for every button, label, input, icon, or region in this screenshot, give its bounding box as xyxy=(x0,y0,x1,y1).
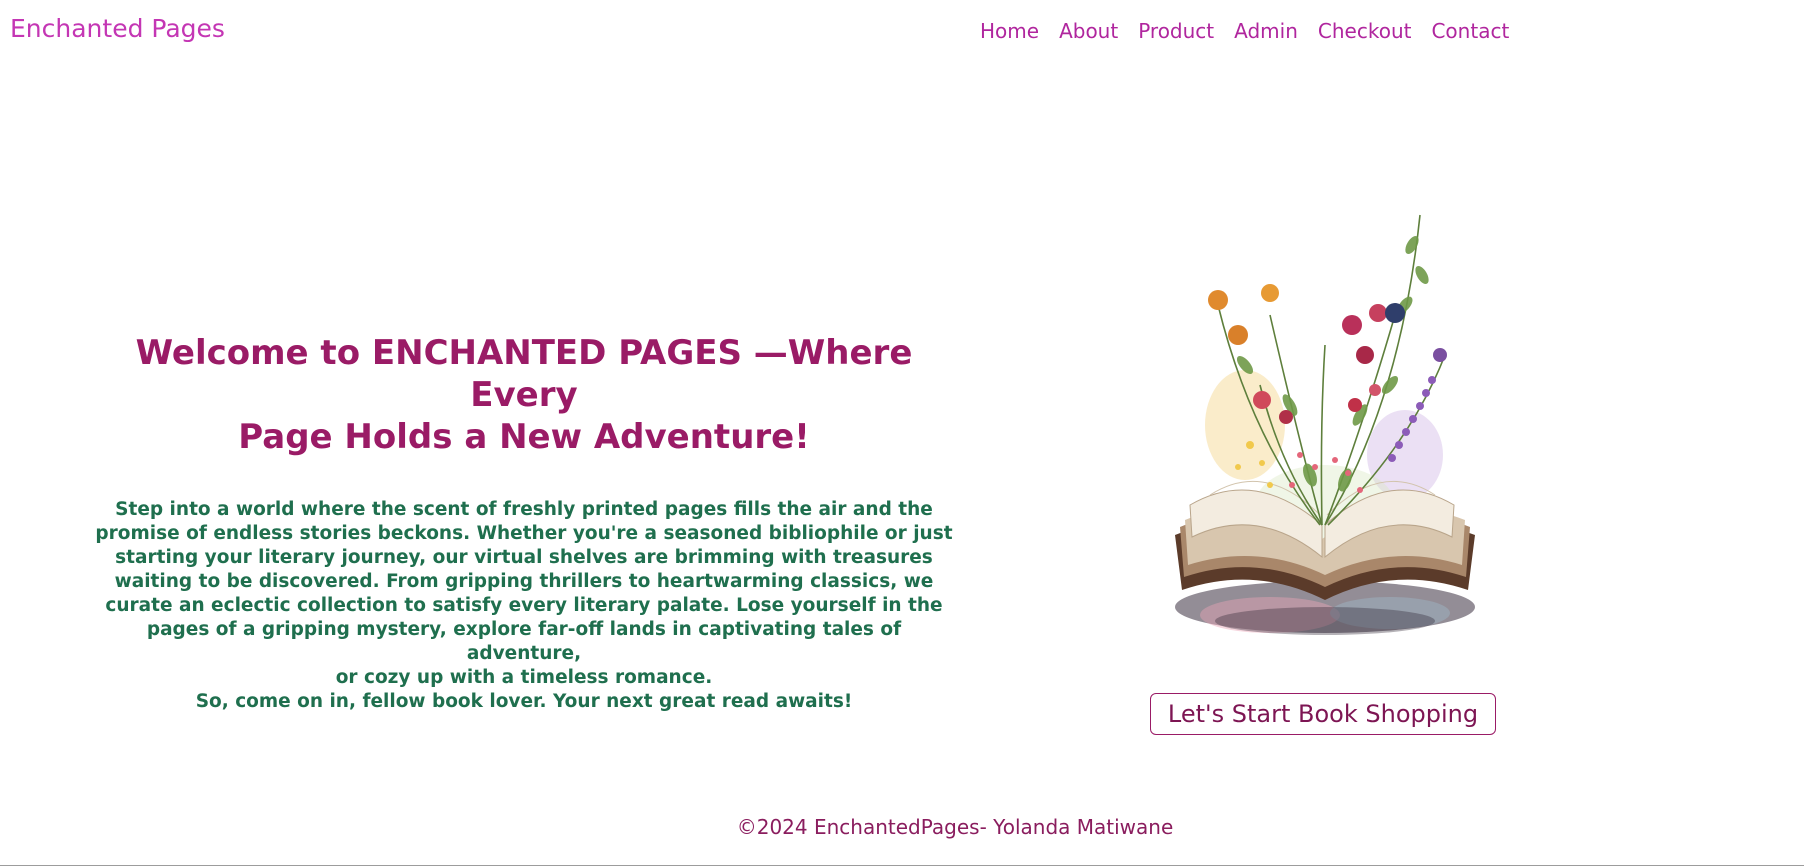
nav-link-contact[interactable]: Contact xyxy=(1431,19,1509,43)
brand-logo-link[interactable]: Enchanted Pages xyxy=(10,14,225,43)
hero-title-line-1: Welcome to ENCHANTED PAGES —Where Every xyxy=(135,333,913,415)
nav-link-checkout[interactable]: Checkout xyxy=(1318,19,1412,43)
main-nav: Home About Product Admin Checkout Contac… xyxy=(980,19,1509,43)
nav-link-product[interactable]: Product xyxy=(1138,19,1214,43)
open-book-with-flowers-illustration xyxy=(1175,214,1475,635)
hero-description-line: curate an eclectic collection to satisfy… xyxy=(105,595,943,616)
nav-link-about[interactable]: About xyxy=(1059,19,1118,43)
hero-description-line: Step into a world where the scent of fre… xyxy=(115,499,933,520)
hero-title-line-2: Page Holds a New Adventure! xyxy=(238,417,810,457)
hero-description-line: So, come on in, fellow book lover. Your … xyxy=(195,691,853,712)
hero-description: Step into a world where the scent of fre… xyxy=(90,498,958,714)
hero-description-line: promise of endless stories beckons. Whet… xyxy=(95,523,953,544)
hero-description-line: waiting to be discovered. From gripping … xyxy=(114,571,934,592)
nav-link-home[interactable]: Home xyxy=(980,19,1039,43)
hero-description-line: starting your literary journey, our virt… xyxy=(115,547,933,568)
footer-copyright: ©2024 EnchantedPages- Yolanda Matiwane xyxy=(736,815,1174,839)
page: Enchanted Pages Home About Product Admin… xyxy=(0,0,1804,867)
bottom-divider xyxy=(0,865,1804,866)
hero-title: Welcome to ENCHANTED PAGES —Where Every … xyxy=(90,332,958,458)
hero-description-line: or cozy up with a timeless romance. xyxy=(335,667,713,688)
start-shopping-button[interactable]: Let's Start Book Shopping xyxy=(1150,693,1496,735)
nav-link-admin[interactable]: Admin xyxy=(1234,19,1298,43)
hero-section: Welcome to ENCHANTED PAGES —Where Every … xyxy=(90,332,958,714)
hero-description-line: pages of a gripping mystery, explore far… xyxy=(146,619,902,664)
